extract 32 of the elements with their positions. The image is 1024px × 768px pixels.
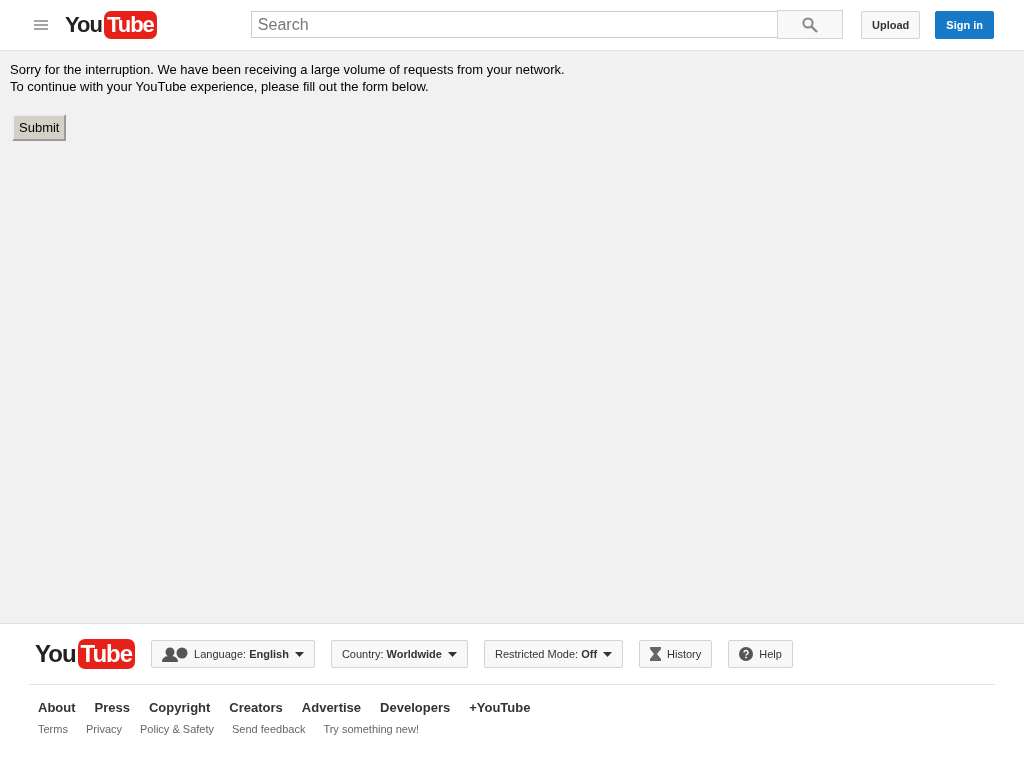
footer-link[interactable]: Privacy bbox=[85, 723, 122, 735]
help-icon bbox=[739, 647, 754, 661]
menu-icon[interactable] bbox=[34, 19, 48, 31]
search-icon bbox=[801, 16, 818, 33]
footer-link[interactable]: Try something new! bbox=[323, 723, 419, 735]
footer-link[interactable]: Copyright bbox=[148, 700, 211, 715]
restricted-button[interactable]: Restricted Mode: Off bbox=[483, 640, 624, 668]
message-text: Sorry for the interruption. We have been receiving a large volume of requests from your network. bbox=[10, 61, 566, 78]
caret-icon bbox=[294, 651, 304, 657]
footer-link[interactable]: Press bbox=[94, 700, 130, 715]
upload-button[interactable]: Upload bbox=[861, 11, 921, 39]
history-button[interactable]: History bbox=[639, 640, 713, 668]
message-text: To continue with your YouTube experience, please fill out the form below. bbox=[10, 78, 430, 95]
people-icon bbox=[162, 646, 189, 662]
caret-icon bbox=[603, 651, 613, 657]
footer-link[interactable]: Send feedback bbox=[232, 723, 306, 735]
hourglass-icon bbox=[650, 647, 662, 661]
footer-link[interactable]: About bbox=[38, 700, 76, 715]
footer-link[interactable]: +YouTube bbox=[469, 700, 531, 715]
caret-icon bbox=[447, 651, 457, 657]
footer-link[interactable]: Terms bbox=[38, 723, 68, 735]
footer-link[interactable]: Advertise bbox=[301, 700, 362, 715]
footer-link[interactable]: Developers bbox=[380, 700, 451, 715]
search-field[interactable]: Search bbox=[250, 11, 777, 38]
help-button[interactable]: Help bbox=[728, 640, 793, 668]
sign-in-button[interactable]: Sign in bbox=[935, 11, 994, 39]
submit-button[interactable]: Submit bbox=[12, 114, 67, 141]
language-button[interactable]: Language: English bbox=[151, 640, 315, 668]
search-button[interactable] bbox=[776, 10, 843, 39]
footer-link[interactable]: Creators bbox=[229, 700, 283, 715]
country-button[interactable]: Country: Worldwide bbox=[330, 640, 468, 668]
footer-link[interactable]: Policy & Safety bbox=[140, 723, 214, 735]
